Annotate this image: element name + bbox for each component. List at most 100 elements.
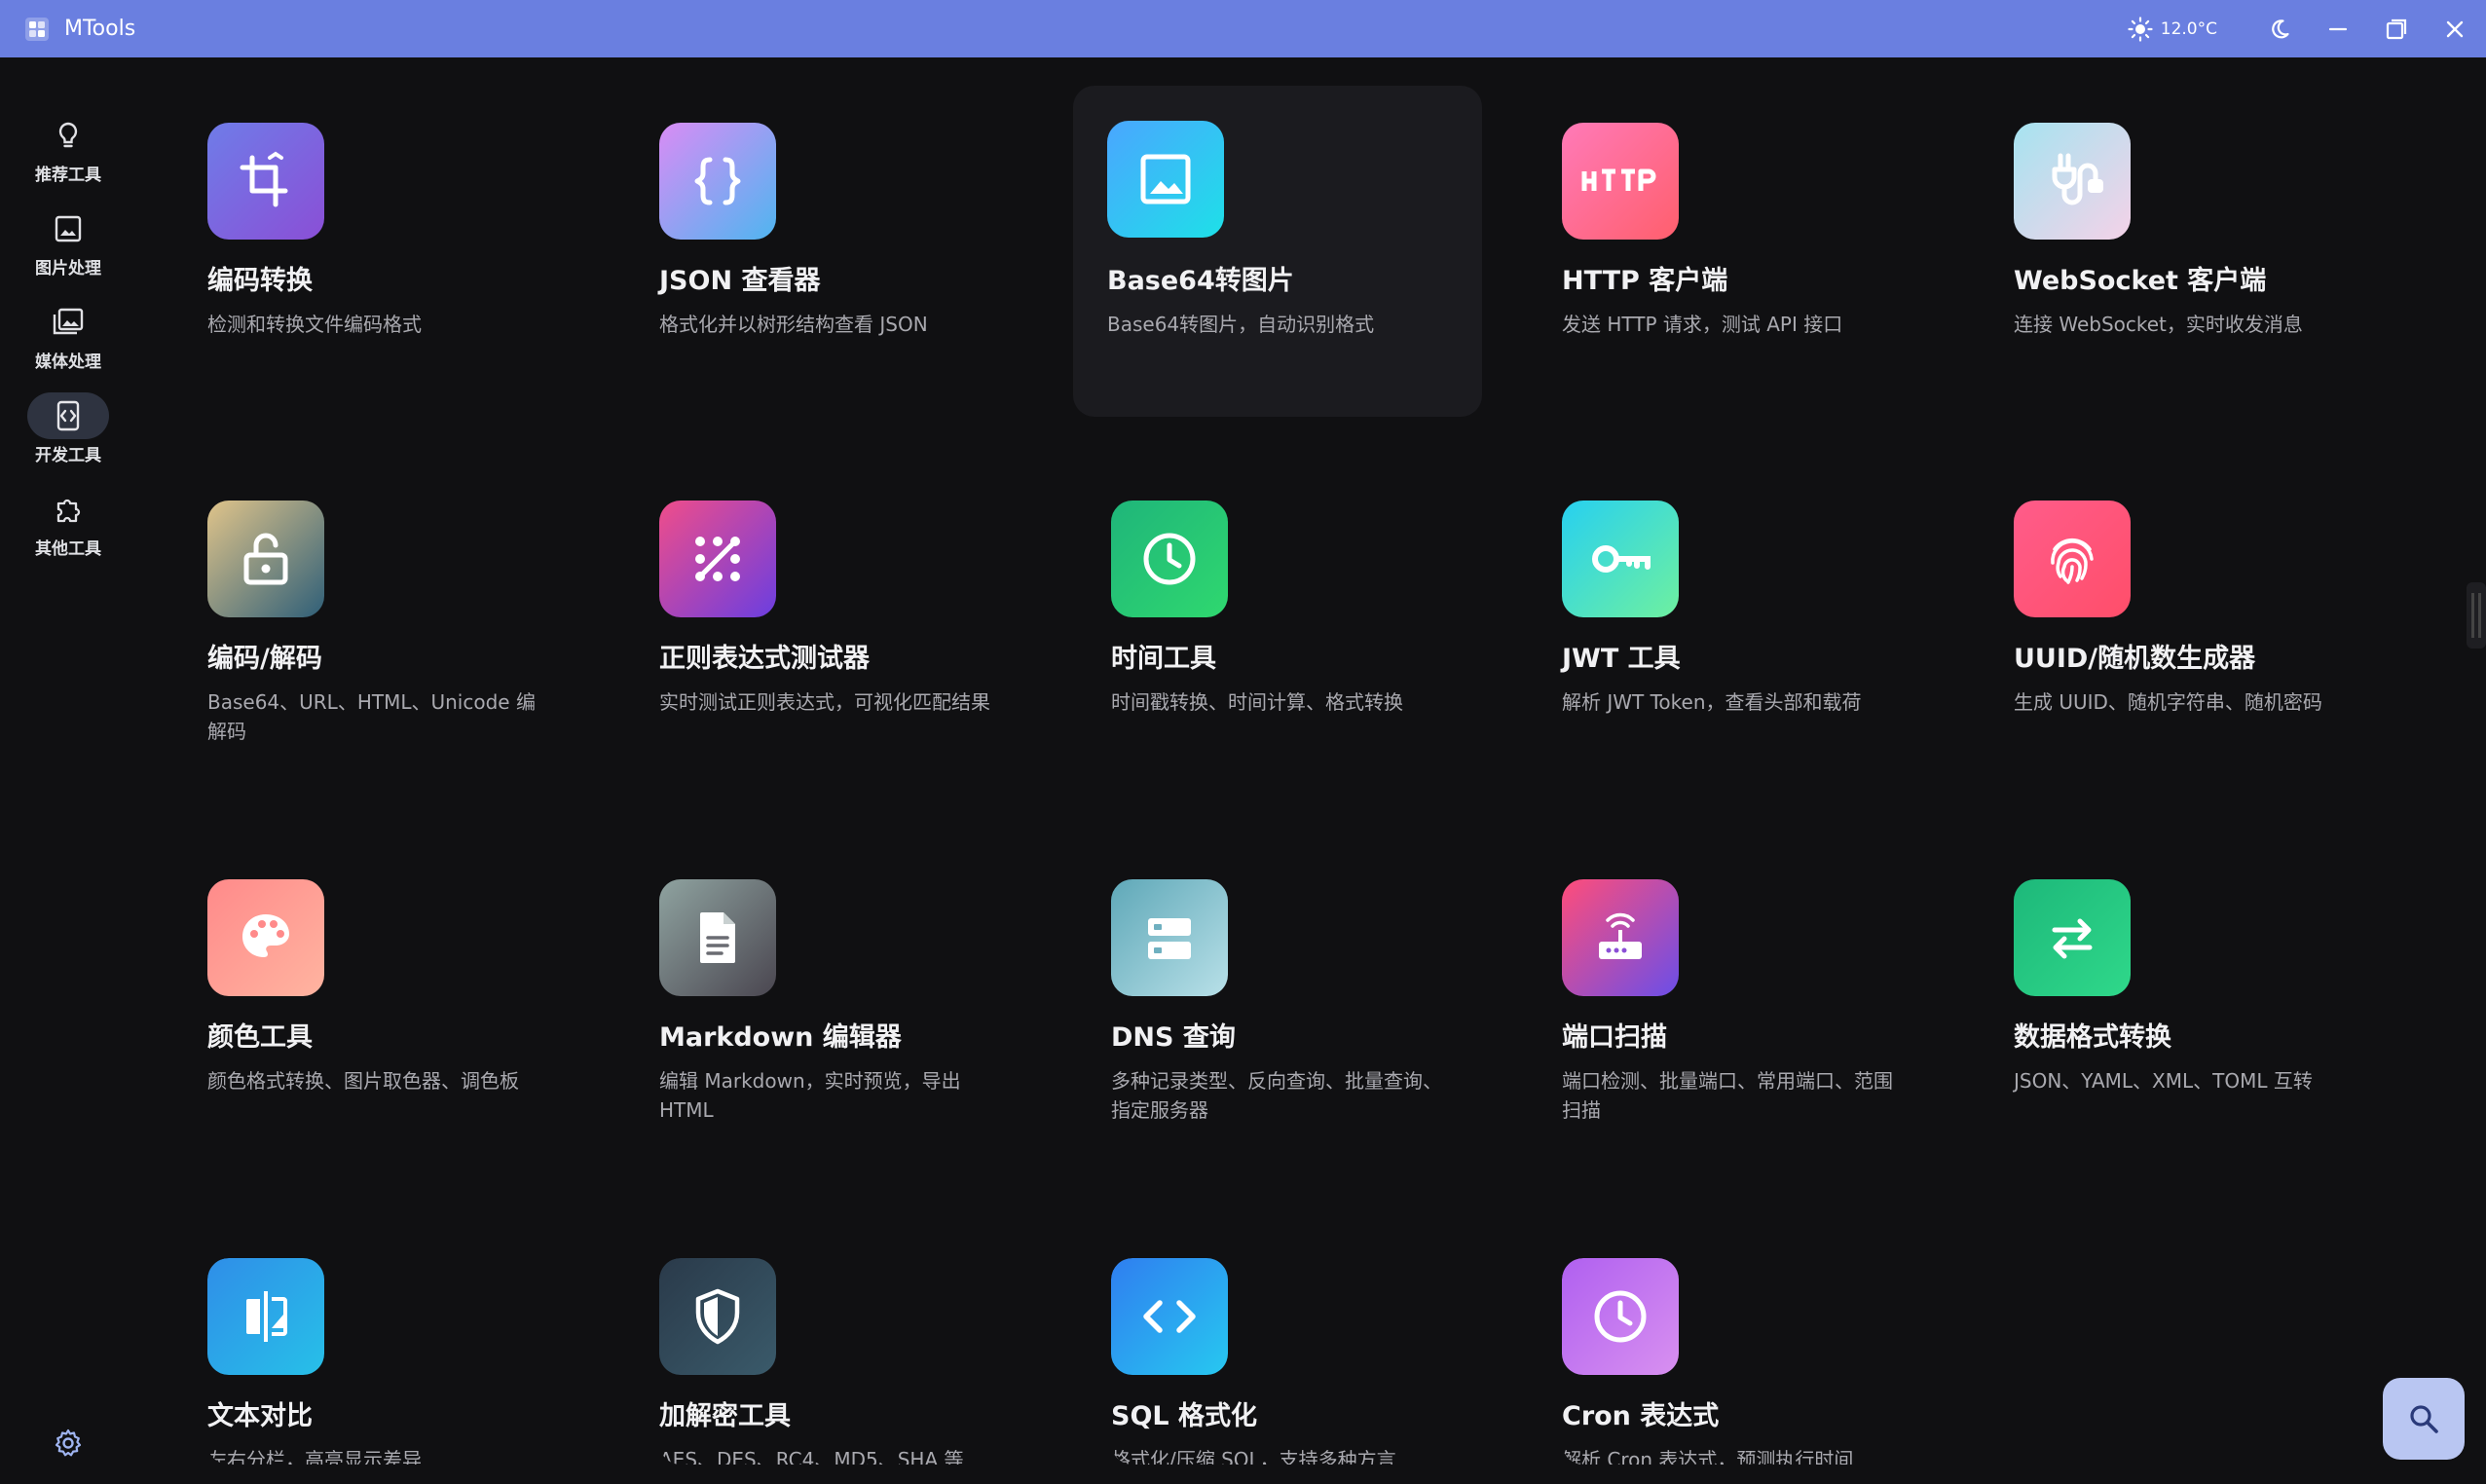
plug-icon bbox=[2052, 153, 2103, 205]
tool-card-text-diff[interactable]: 文本对比 左右分栏，高亮显示差异 bbox=[207, 1258, 616, 1465]
tool-description: 编辑 Markdown，实时预览，导出 HTML bbox=[659, 1069, 961, 1122]
title-bar: MTools 12.0°C bbox=[0, 0, 2486, 57]
sidebar-item-label: 图片处理 bbox=[35, 259, 101, 278]
app-title: MTools bbox=[64, 17, 136, 41]
minimize-button[interactable] bbox=[2309, 0, 2367, 57]
tool-card-time-tools[interactable]: 时间工具 时间戳转换、时间计算、格式转换 bbox=[1111, 501, 1520, 832]
curly-braces-icon bbox=[694, 157, 741, 205]
tool-name: 文本对比 bbox=[207, 1401, 313, 1431]
tool-description: 生成 UUID、随机字符串、随机密码 bbox=[2014, 690, 2322, 714]
tool-icon-tile bbox=[659, 123, 776, 240]
tool-description: AES、DES、RC4、MD5、SHA 等 bbox=[659, 1448, 964, 1465]
sidebar-item-label: 推荐工具 bbox=[35, 166, 101, 185]
lightbulb-icon bbox=[58, 122, 78, 148]
tool-name: 编码/解码 bbox=[207, 644, 322, 674]
document-icon bbox=[700, 912, 735, 963]
regex-pattern-icon bbox=[695, 537, 740, 581]
sidebar-item-recommended[interactable]: 推荐工具 bbox=[19, 112, 117, 200]
tool-name: JWT 工具 bbox=[1562, 644, 1681, 674]
sidebar-item-label: 开发工具 bbox=[35, 446, 101, 465]
tool-card-dns-query[interactable]: DNS 查询 多种记录类型、反向查询、批量查询、指定服务器 bbox=[1111, 879, 1520, 1210]
tool-icon-tile bbox=[2014, 501, 2131, 617]
tool-name: DNS 查询 bbox=[1111, 1022, 1236, 1053]
close-icon bbox=[2446, 20, 2464, 37]
weather-temperature: 12.0°C bbox=[2160, 19, 2217, 39]
tool-card-uuid-generator[interactable]: UUID/随机数生成器 生成 UUID、随机字符串、随机密码 bbox=[2014, 501, 2423, 832]
tool-card-json-viewer[interactable]: JSON 查看器 格式化并以树形结构查看 JSON bbox=[659, 123, 1068, 454]
tool-name: 加解密工具 bbox=[659, 1401, 791, 1431]
server-icon bbox=[1148, 918, 1191, 959]
tool-description: Base64、URL、HTML、Unicode 编解码 bbox=[207, 690, 536, 743]
clock-icon bbox=[1594, 1290, 1647, 1343]
tool-card-base64-image[interactable]: Base64转图片 Base64转图片，自动识别格式 bbox=[1073, 86, 1482, 417]
router-icon bbox=[1599, 912, 1642, 959]
maximize-icon bbox=[2386, 19, 2407, 39]
tool-icon-tile bbox=[1562, 501, 1679, 617]
sidebar-item-image[interactable]: 图片处理 bbox=[19, 205, 117, 293]
tool-name: JSON 查看器 bbox=[659, 266, 821, 296]
tool-description: 格式化并以树形结构查看 JSON bbox=[659, 313, 928, 336]
tool-card-crypto-tools[interactable]: 加解密工具 AES、DES、RC4、MD5、SHA 等 bbox=[659, 1258, 1068, 1465]
close-button[interactable] bbox=[2426, 0, 2484, 57]
tool-description: 左右分栏，高亮显示差异 bbox=[207, 1448, 422, 1465]
tool-description: 发送 HTTP 请求，测试 API 接口 bbox=[1562, 313, 1843, 336]
tool-card-jwt-tools[interactable]: JWT 工具 解析 JWT Token，查看头部和载荷 bbox=[1562, 501, 1971, 832]
swap-arrows-icon bbox=[2052, 918, 2093, 959]
search-icon bbox=[2410, 1405, 2438, 1433]
tool-name: HTTP 客户端 bbox=[1562, 266, 1728, 296]
tool-name: 正则表达式测试器 bbox=[659, 644, 870, 674]
weather-widget[interactable]: 12.0°C bbox=[2128, 16, 2217, 42]
settings-button[interactable] bbox=[49, 1424, 88, 1463]
maximize-button[interactable] bbox=[2367, 0, 2426, 57]
photo-library-icon bbox=[53, 308, 84, 335]
fingerprint-icon bbox=[2051, 538, 2094, 584]
crop-icon bbox=[240, 151, 288, 207]
tool-name: SQL 格式化 bbox=[1111, 1401, 1258, 1431]
tool-name: 数据格式转换 bbox=[2014, 1022, 2171, 1053]
tool-card-port-scan[interactable]: 端口扫描 端口检测、批量端口、常用端口、范围扫描 bbox=[1562, 879, 1971, 1210]
tool-description: JSON、YAML、XML、TOML 互转 bbox=[2014, 1069, 2313, 1093]
tool-icon-tile bbox=[207, 501, 324, 617]
tool-description: 实时测试正则表达式，可视化匹配结果 bbox=[659, 690, 990, 714]
tool-card-sql-format[interactable]: SQL 格式化 格式化/压缩 SQL，支持多种方言 bbox=[1111, 1258, 1520, 1465]
tool-card-data-format-convert[interactable]: 数据格式转换 JSON、YAML、XML、TOML 互转 bbox=[2014, 879, 2423, 1210]
sidebar-item-dev-tools[interactable]: 开发工具 bbox=[19, 392, 117, 480]
tool-description: 时间戳转换、时间计算、格式转换 bbox=[1111, 690, 1403, 714]
sidebar-item-media[interactable]: 媒体处理 bbox=[19, 299, 117, 387]
tool-icon-tile bbox=[1111, 1258, 1228, 1375]
tool-card-encode-decode[interactable]: 编码/解码 Base64、URL、HTML、Unicode 编解码 bbox=[207, 501, 616, 832]
tool-icon-tile bbox=[1111, 501, 1228, 617]
tool-icon-tile bbox=[1111, 879, 1228, 996]
tool-name: 端口扫描 bbox=[1562, 1022, 1667, 1053]
tool-icon-tile bbox=[2014, 879, 2131, 996]
tool-name: 时间工具 bbox=[1111, 644, 1216, 674]
tool-card-websocket-client[interactable]: WebSocket 客户端 连接 WebSocket，实时收发消息 bbox=[2014, 123, 2423, 454]
moon-icon bbox=[2272, 19, 2289, 38]
tool-description: 颜色格式转换、图片取色器、调色板 bbox=[207, 1069, 519, 1093]
tool-card-regex-tester[interactable]: 正则表达式测试器 实时测试正则表达式，可视化匹配结果 bbox=[659, 501, 1068, 832]
theme-toggle-button[interactable] bbox=[2250, 0, 2309, 57]
tool-description: 端口检测、批量端口、常用端口、范围扫描 bbox=[1562, 1069, 1893, 1122]
minimize-icon bbox=[2328, 27, 2348, 30]
tool-card-cron-expression[interactable]: Cron 表达式 解析 Cron 表达式，预测执行时间 bbox=[1562, 1258, 1971, 1465]
tool-description: 格式化/压缩 SQL，支持多种方言 bbox=[1111, 1448, 1396, 1465]
gear-icon bbox=[55, 1428, 82, 1457]
tool-description: 多种记录类型、反向查询、批量查询、指定服务器 bbox=[1111, 1069, 1442, 1122]
tool-icon-tile bbox=[659, 501, 776, 617]
image-icon bbox=[1140, 154, 1191, 204]
sidebar-item-other[interactable]: 其他工具 bbox=[19, 486, 117, 574]
puzzle-piece-icon bbox=[56, 499, 81, 523]
tool-description: 解析 JWT Token，查看头部和载荷 bbox=[1562, 690, 1862, 714]
key-icon bbox=[1592, 545, 1651, 573]
tool-card-http-client[interactable]: HTTP 客户端 发送 HTTP 请求，测试 API 接口 bbox=[1562, 123, 1971, 454]
search-button[interactable] bbox=[2383, 1378, 2465, 1460]
shield-icon bbox=[695, 1288, 740, 1345]
scrollbar-handle[interactable] bbox=[2467, 582, 2486, 649]
tool-name: Base64转图片 bbox=[1107, 266, 1294, 296]
tool-card-color-tools[interactable]: 颜色工具 颜色格式转换、图片取色器、调色板 bbox=[207, 879, 616, 1210]
tool-icon-tile bbox=[207, 1258, 324, 1375]
tool-card-markdown-editor[interactable]: Markdown 编辑器 编辑 Markdown，实时预览，导出 HTML bbox=[659, 879, 1068, 1210]
tool-card-encoding-convert[interactable]: 编码转换 检测和转换文件编码格式 bbox=[207, 123, 616, 454]
tool-name: Cron 表达式 bbox=[1562, 1401, 1720, 1431]
clock-icon bbox=[1143, 533, 1196, 585]
